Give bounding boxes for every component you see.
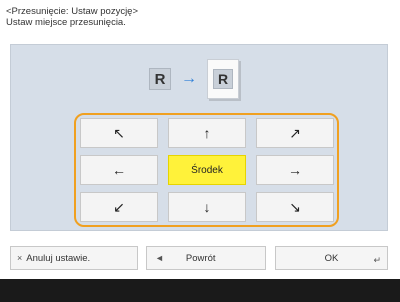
position-bottom-button[interactable]: ↓	[168, 192, 246, 222]
cancel-settings-label: Anuluj ustawie.	[26, 252, 91, 264]
position-left-button[interactable]: ←	[80, 155, 158, 185]
shift-preview: R → R	[149, 57, 269, 101]
position-bottom-left-button[interactable]: ↙	[80, 192, 158, 222]
footer-bar	[0, 279, 400, 302]
page-subtitle: Ustaw miejsce przesunięcia.	[6, 17, 126, 28]
cancel-settings-button[interactable]: × Anuluj ustawie.	[10, 246, 138, 270]
target-letter-icon: R	[213, 69, 233, 89]
back-button[interactable]: ◄ Powrót	[146, 246, 266, 270]
position-right-button[interactable]: →	[256, 155, 334, 185]
position-top-left-button[interactable]: ↖	[80, 118, 158, 148]
back-label: Powrót	[185, 252, 216, 264]
settings-panel: R → R ↖ ↑ ↗ ← Środek → ↙ ↓ ↘	[10, 44, 388, 231]
back-arrow-icon: ◄	[155, 253, 164, 263]
position-top-button[interactable]: ↑	[168, 118, 246, 148]
position-grid: ↖ ↑ ↗ ← Środek → ↙ ↓ ↘	[74, 113, 339, 227]
page-header: <Przesunięcie: Ustaw pozycję> Ustaw miej…	[6, 6, 138, 28]
position-top-right-button[interactable]: ↗	[256, 118, 334, 148]
arrow-right-icon: →	[181, 70, 197, 87]
close-icon: ×	[17, 253, 23, 263]
position-center-button[interactable]: Środek	[168, 155, 246, 185]
page-preview-icon: R	[207, 59, 239, 99]
position-bottom-right-button[interactable]: ↘	[256, 192, 334, 222]
source-letter-icon: R	[149, 68, 171, 90]
ok-button[interactable]: OK ↵	[275, 246, 388, 270]
enter-icon: ↵	[373, 255, 381, 265]
page-title: <Przesunięcie: Ustaw pozycję>	[6, 6, 139, 17]
ok-label: OK	[324, 252, 339, 264]
